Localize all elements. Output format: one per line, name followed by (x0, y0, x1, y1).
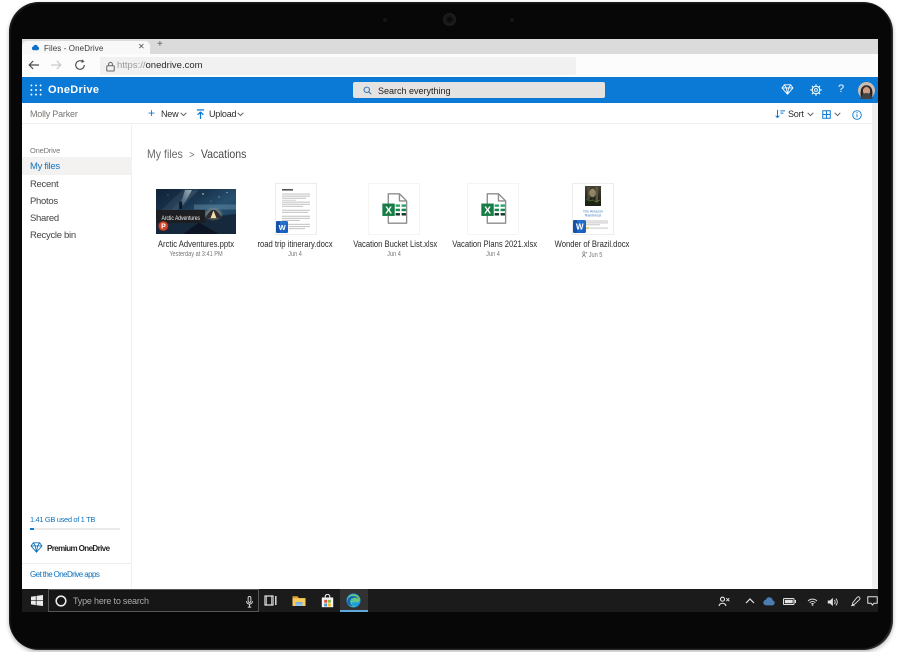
svg-text:Rainforest: Rainforest (585, 214, 601, 218)
svg-text:W: W (576, 223, 584, 232)
svg-text:Arctic Adventures: Arctic Adventures (162, 216, 201, 222)
svg-text:W: W (279, 223, 287, 232)
svg-text:X: X (484, 205, 491, 216)
svg-text:P: P (161, 224, 166, 231)
svg-text:X: X (385, 205, 392, 216)
